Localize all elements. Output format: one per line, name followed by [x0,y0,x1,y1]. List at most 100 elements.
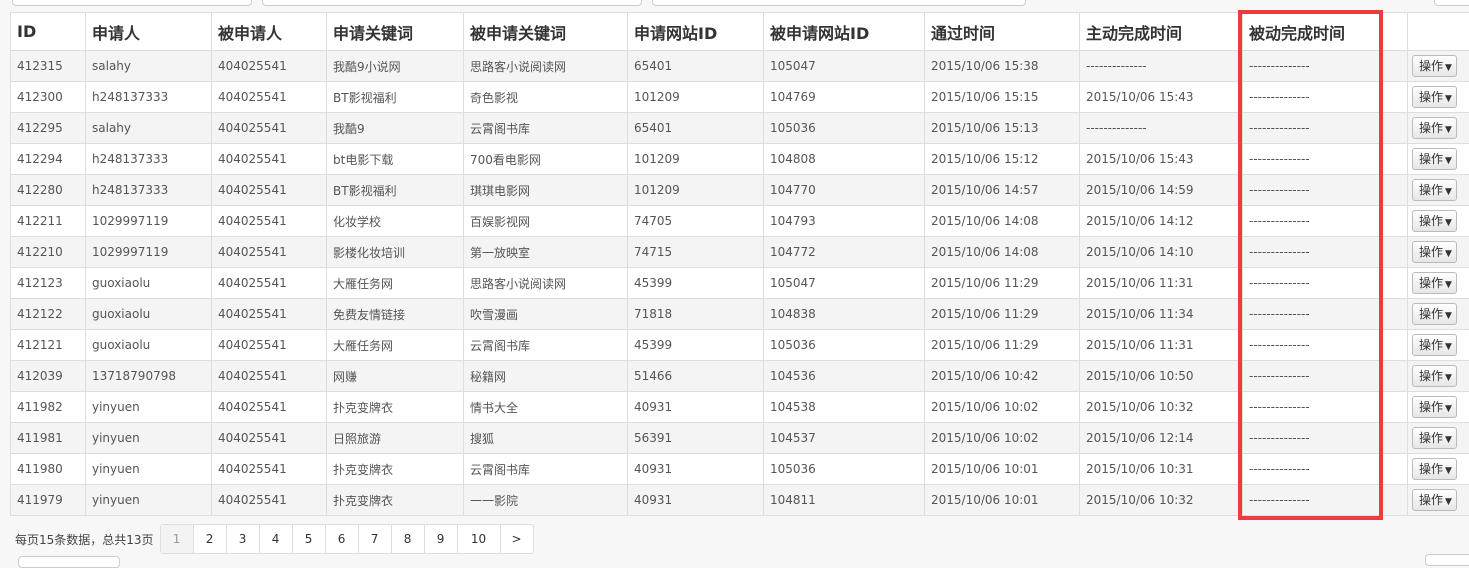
action-dropdown-button[interactable]: 操作▼ [1412,272,1457,294]
action-dropdown-button[interactable]: 操作▼ [1412,365,1457,387]
table-row: 411981yinyuen404025541日照旅游搜狐563911045372… [11,423,1469,454]
next-page-button[interactable]: > [500,525,533,553]
cell-passive-complete-time: -------------- [1243,144,1408,175]
cell-actions: 操作▼ [1408,423,1469,454]
cell-respondent-keyword: 云霄阁书库 [464,113,628,144]
cell-applicant: guoxiaolu [86,299,212,330]
action-dropdown-button[interactable]: 操作▼ [1412,241,1457,263]
caret-down-icon: ▼ [1445,404,1452,414]
cell-id: 411982 [11,392,86,423]
page-button-1[interactable]: 1 [161,525,193,553]
bottom-control-fragment[interactable] [18,556,120,568]
cell-actions: 操作▼ [1408,51,1469,82]
cell-respondent-keyword: 一一影院 [464,485,628,516]
cell-apply-keyword: 我酷9小说网 [327,51,464,82]
cell-apply-keyword: 大雁任务网 [327,268,464,299]
cell-active-complete-time: 2015/10/06 10:32 [1080,485,1243,516]
caret-down-icon: ▼ [1445,342,1452,352]
page-button-2[interactable]: 2 [193,525,226,553]
cell-apply-site-id: 65401 [628,51,764,82]
cell-apply-site-id: 74715 [628,237,764,268]
page-button-10[interactable]: 10 [457,525,500,553]
cell-actions: 操作▼ [1408,268,1469,299]
cell-apply-keyword: 扑克变牌衣 [327,392,464,423]
page-button-6[interactable]: 6 [325,525,358,553]
column-header-pass-time: 通过时间 [925,13,1080,51]
caret-down-icon: ▼ [1445,63,1452,73]
table-header-row: ID申请人被申请人申请关键词被申请关键词申请网站ID被申请网站ID通过时间主动完… [11,13,1469,51]
cell-respondent: 404025541 [212,392,327,423]
action-dropdown-button[interactable]: 操作▼ [1412,148,1457,170]
caret-down-icon: ▼ [1445,125,1452,135]
pagination-info: 每页15条数据，总共13页 [15,531,154,548]
cell-id: 412295 [11,113,86,144]
page-button-9[interactable]: 9 [424,525,457,553]
cell-pass-time: 2015/10/06 15:15 [925,82,1080,113]
column-header-respondent: 被申请人 [212,13,327,51]
action-dropdown-button[interactable]: 操作▼ [1412,489,1457,511]
bottom-control-fragment[interactable] [1425,554,1469,566]
top-input-fragment[interactable] [262,0,642,6]
cell-applicant: yinyuen [86,454,212,485]
page-button-3[interactable]: 3 [226,525,259,553]
top-input-fragment[interactable] [12,0,252,6]
cell-apply-keyword: 日照旅游 [327,423,464,454]
column-header-active-complete-time: 主动完成时间 [1080,13,1243,51]
caret-down-icon: ▼ [1445,373,1452,383]
table-row: 412122guoxiaolu404025541免费友情链接吹雪漫画718181… [11,299,1469,330]
cell-pass-time: 2015/10/06 14:57 [925,175,1080,206]
cell-apply-site-id: 51466 [628,361,764,392]
table-row: 411982yinyuen404025541扑克变牌衣情书大全409311045… [11,392,1469,423]
action-dropdown-button[interactable]: 操作▼ [1412,179,1457,201]
cell-actions: 操作▼ [1408,392,1469,423]
action-dropdown-button[interactable]: 操作▼ [1412,210,1457,232]
table-row: 411980yinyuen404025541扑克变牌衣云霄阁书库40931105… [11,454,1469,485]
cell-id: 412123 [11,268,86,299]
action-button-label: 操作 [1419,90,1443,104]
page-button-7[interactable]: 7 [358,525,391,553]
cell-passive-complete-time: -------------- [1243,392,1408,423]
cell-id: 412210 [11,237,86,268]
caret-down-icon: ▼ [1445,156,1452,166]
table-row: 412300h248137333404025541BT影视福利奇色影视10120… [11,82,1469,113]
table-row: 412315salahy404025541我酷9小说网思路客小说阅读网65401… [11,51,1469,82]
cell-respondent-site-id: 104770 [764,175,925,206]
action-dropdown-button[interactable]: 操作▼ [1412,303,1457,325]
column-header-apply-site-id: 申请网站ID [628,13,764,51]
table-row: 412121guoxiaolu404025541大雁任务网云霄阁书库453991… [11,330,1469,361]
cell-applicant: h248137333 [86,175,212,206]
page-button-8[interactable]: 8 [391,525,424,553]
cell-passive-complete-time: -------------- [1243,299,1408,330]
cell-passive-complete-time: -------------- [1243,423,1408,454]
cell-active-complete-time: 2015/10/06 11:31 [1080,330,1243,361]
action-button-label: 操作 [1419,214,1443,228]
top-input-fragment[interactable] [652,0,1026,6]
page-button-5[interactable]: 5 [292,525,325,553]
action-dropdown-button[interactable]: 操作▼ [1412,55,1457,77]
cell-applicant: yinyuen [86,423,212,454]
cell-respondent: 404025541 [212,423,327,454]
page-button-4[interactable]: 4 [259,525,292,553]
caret-down-icon: ▼ [1445,435,1452,445]
cell-applicant: salahy [86,113,212,144]
top-toolbar-fragment [0,0,1469,6]
cell-apply-keyword: 大雁任务网 [327,330,464,361]
action-dropdown-button[interactable]: 操作▼ [1412,427,1457,449]
cell-respondent: 404025541 [212,144,327,175]
top-button-fragment[interactable] [1434,0,1469,6]
cell-passive-complete-time: -------------- [1243,454,1408,485]
cell-respondent: 404025541 [212,330,327,361]
cell-apply-site-id: 101209 [628,82,764,113]
column-header-id: ID [11,13,86,51]
action-dropdown-button[interactable]: 操作▼ [1412,86,1457,108]
cell-active-complete-time: -------------- [1080,113,1243,144]
cell-apply-site-id: 74705 [628,206,764,237]
cell-respondent-site-id: 105036 [764,454,925,485]
cell-pass-time: 2015/10/06 10:42 [925,361,1080,392]
action-button-label: 操作 [1419,307,1443,321]
action-dropdown-button[interactable]: 操作▼ [1412,334,1457,356]
action-dropdown-button[interactable]: 操作▼ [1412,117,1457,139]
action-dropdown-button[interactable]: 操作▼ [1412,396,1457,418]
cell-actions: 操作▼ [1408,206,1469,237]
action-dropdown-button[interactable]: 操作▼ [1412,458,1457,480]
